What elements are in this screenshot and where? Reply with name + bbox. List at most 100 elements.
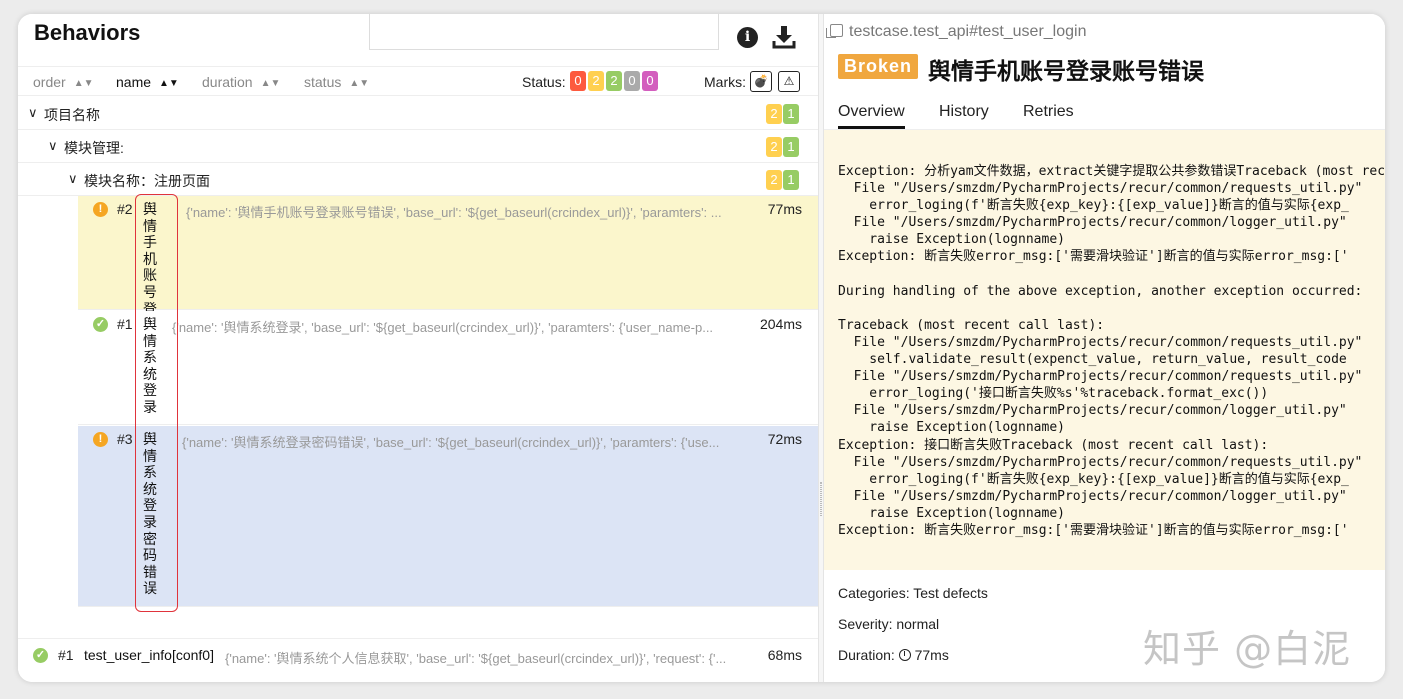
sort-order-button[interactable]: order ▲▼: [33, 74, 93, 90]
traceback-line: File "/Users/smzdm/PycharmProjects/recur…: [838, 454, 1363, 470]
sort-arrows-icon: ▲▼: [260, 78, 281, 89]
tab-history[interactable]: History: [939, 103, 989, 121]
traceback-line: [838, 300, 1385, 317]
test-row[interactable]: ! #2 舆情手机账号登录账号错误 {'name': '舆情手机账号登录账号错误…: [78, 196, 818, 400]
highlight-annotation: [135, 194, 178, 612]
download-icon[interactable]: [772, 25, 796, 49]
group-counts: 21: [765, 137, 799, 157]
traceback-line: File "/Users/smzdm/PycharmProjects/recur…: [838, 488, 1347, 504]
traceback-line: File "/Users/smzdm/PycharmProjects/recur…: [838, 369, 1363, 385]
behaviors-pane: Behaviors i order ▲▼ name ▲▼ duration ▲▼ st…: [18, 14, 818, 682]
test-params: {'name': '舆情手机账号登录账号错误', 'base_url': '${…: [186, 205, 722, 220]
sort-order-label: order: [33, 74, 66, 90]
traceback-line: Exception: 断言失败error_msg:['需要滑块验证']断言的值与…: [838, 522, 1349, 538]
sort-duration-button[interactable]: duration ▲▼: [202, 74, 280, 90]
unknown-filter-badge[interactable]: 0: [642, 71, 658, 91]
test-number: #1: [117, 316, 133, 332]
test-duration: 68ms: [767, 647, 802, 663]
breadcrumb: testcase.test_api#test_user_login: [826, 23, 1087, 41]
page-title: Behaviors: [34, 20, 141, 45]
traceback-line: During handling of the above exception, …: [838, 283, 1363, 299]
group-label: 模块名称：注册页面: [84, 173, 210, 189]
search-input[interactable]: [369, 14, 719, 50]
traceback-line: [838, 266, 1385, 283]
skipped-filter-badge[interactable]: 0: [624, 71, 640, 91]
breadcrumb-text: testcase.test_api#test_user_login: [849, 23, 1087, 40]
test-params: {'name': '舆情系统登录密码错误', 'base_url': '${ge…: [182, 435, 720, 450]
passed-filter-badge[interactable]: 2: [606, 71, 622, 91]
group-label: 模块管理:: [64, 140, 124, 156]
broken-count-badge: 2: [766, 137, 782, 157]
tab-overview[interactable]: Overview: [838, 103, 905, 129]
test-duration: 204ms: [759, 316, 802, 332]
traceback-line: Exception: 分析yam文件数据，extract关键字提取公共参数错误T…: [838, 164, 1385, 179]
drag-grip-icon: [820, 482, 822, 516]
sort-name-button[interactable]: name ▲▼: [116, 74, 179, 90]
tab-retries[interactable]: Retries: [1023, 103, 1074, 121]
duration-label: Duration:: [838, 647, 895, 663]
test-params: {'name': '舆情系统个人信息获取', 'base_url': '${ge…: [225, 651, 727, 666]
traceback-line: File "/Users/smzdm/PycharmProjects/recur…: [838, 334, 1363, 350]
test-title: 舆情手机账号登录账号错误: [928, 58, 1204, 84]
failed-filter-badge[interactable]: 0: [570, 71, 586, 91]
traceback-line: raise Exception(lognname): [838, 420, 1065, 436]
sort-status-label: status: [304, 74, 342, 90]
test-number: #3: [117, 431, 133, 447]
traceback-line: File "/Users/smzdm/PycharmProjects/recur…: [838, 181, 1363, 197]
tree-group-module[interactable]: ∨ 模块管理: 21: [18, 130, 818, 163]
traceback-line: error_loging('接口断言失败%s'%traceback.format…: [838, 386, 1269, 402]
passed-status-icon: ✓: [93, 317, 108, 332]
flaky-mark-icon[interactable]: 💣: [750, 71, 772, 92]
traceback-line: Exception: 断言失败error_msg:['需要滑块验证']断言的值与…: [838, 249, 1349, 265]
warning-mark-icon[interactable]: ⚠: [778, 71, 800, 92]
traceback-line: error_loging(f'断言失败{exp_key}:{[exp_value…: [838, 471, 1349, 487]
watermark: 知乎 @白泥: [1143, 627, 1352, 671]
test-number: #2: [117, 201, 133, 217]
sort-asc-icon: ▲▼: [159, 78, 179, 89]
traceback-line: File "/Users/smzdm/PycharmProjects/recur…: [838, 215, 1347, 231]
test-row[interactable]: ! #3 舆情系统登录密码错误 {'name': '舆情系统登录密码错误', '…: [78, 426, 818, 607]
passed-count-badge: 1: [783, 170, 799, 190]
duration-value: 77ms: [914, 647, 949, 663]
severity-text: Severity: normal: [838, 616, 940, 632]
tree-group-page[interactable]: ∨ 模块名称：注册页面 21: [18, 163, 818, 196]
passed-count-badge: 1: [783, 104, 799, 124]
test-duration: 72ms: [767, 431, 802, 447]
broken-status-icon: !: [93, 202, 108, 217]
traceback-line: self.validate_result(expenct_value, retu…: [838, 352, 1347, 368]
chevron-down-icon: ∨: [48, 138, 58, 153]
traceback-line: File "/Users/smzdm/PycharmProjects/recur…: [838, 403, 1347, 419]
sort-arrows-icon: ▲▼: [73, 78, 94, 89]
tree-group-project[interactable]: ∨ 项目名称 21: [18, 97, 818, 130]
duration-text: Duration: 77ms: [838, 647, 949, 663]
sort-toolbar: order ▲▼ name ▲▼ duration ▲▼ status ▲▼ Statu…: [18, 66, 818, 96]
status-badge: Broken: [838, 54, 919, 79]
status-filter-label: Status:: [522, 74, 566, 90]
info-icon[interactable]: i: [737, 27, 758, 48]
test-row[interactable]: ✓ #1 test_user_info[conf0] {'name': '舆情系…: [18, 638, 818, 670]
group-counts: 21: [765, 104, 799, 124]
passed-count-badge: 1: [783, 137, 799, 157]
test-row[interactable]: ✓ #1 舆情系统登录 {'name': '舆情系统登录', 'base_url…: [78, 311, 818, 425]
app-window: Behaviors i order ▲▼ name ▲▼ duration ▲▼ st…: [18, 14, 1385, 682]
traceback-line: Exception: 接口断言失败Traceback (most recent …: [838, 437, 1269, 453]
traceback-line: Traceback (most recent call last):: [838, 317, 1105, 333]
traceback-line: error_loging(f'断言失败{exp_key}:{[exp_value…: [838, 198, 1349, 214]
test-duration: 77ms: [767, 201, 802, 217]
broken-count-badge: 2: [766, 104, 782, 124]
test-detail-pane: testcase.test_api#test_user_login Broken…: [824, 14, 1385, 682]
test-name: test_user_info[conf0]: [84, 647, 214, 663]
status-filter: 02200: [570, 71, 660, 91]
group-label: 项目名称: [44, 107, 100, 123]
broken-filter-badge[interactable]: 2: [588, 71, 604, 91]
traceback-line: raise Exception(lognname): [838, 232, 1065, 248]
detail-tabs: Overview History Retries: [824, 96, 1385, 130]
clock-icon: [898, 649, 911, 661]
copy-icon[interactable]: [826, 24, 843, 38]
sort-duration-label: duration: [202, 74, 253, 90]
broken-count-badge: 2: [766, 170, 782, 190]
marks-label: Marks:: [704, 74, 746, 90]
broken-status-icon: !: [93, 432, 108, 447]
sort-arrows-icon: ▲▼: [349, 78, 370, 89]
sort-status-button[interactable]: status ▲▼: [304, 74, 369, 90]
